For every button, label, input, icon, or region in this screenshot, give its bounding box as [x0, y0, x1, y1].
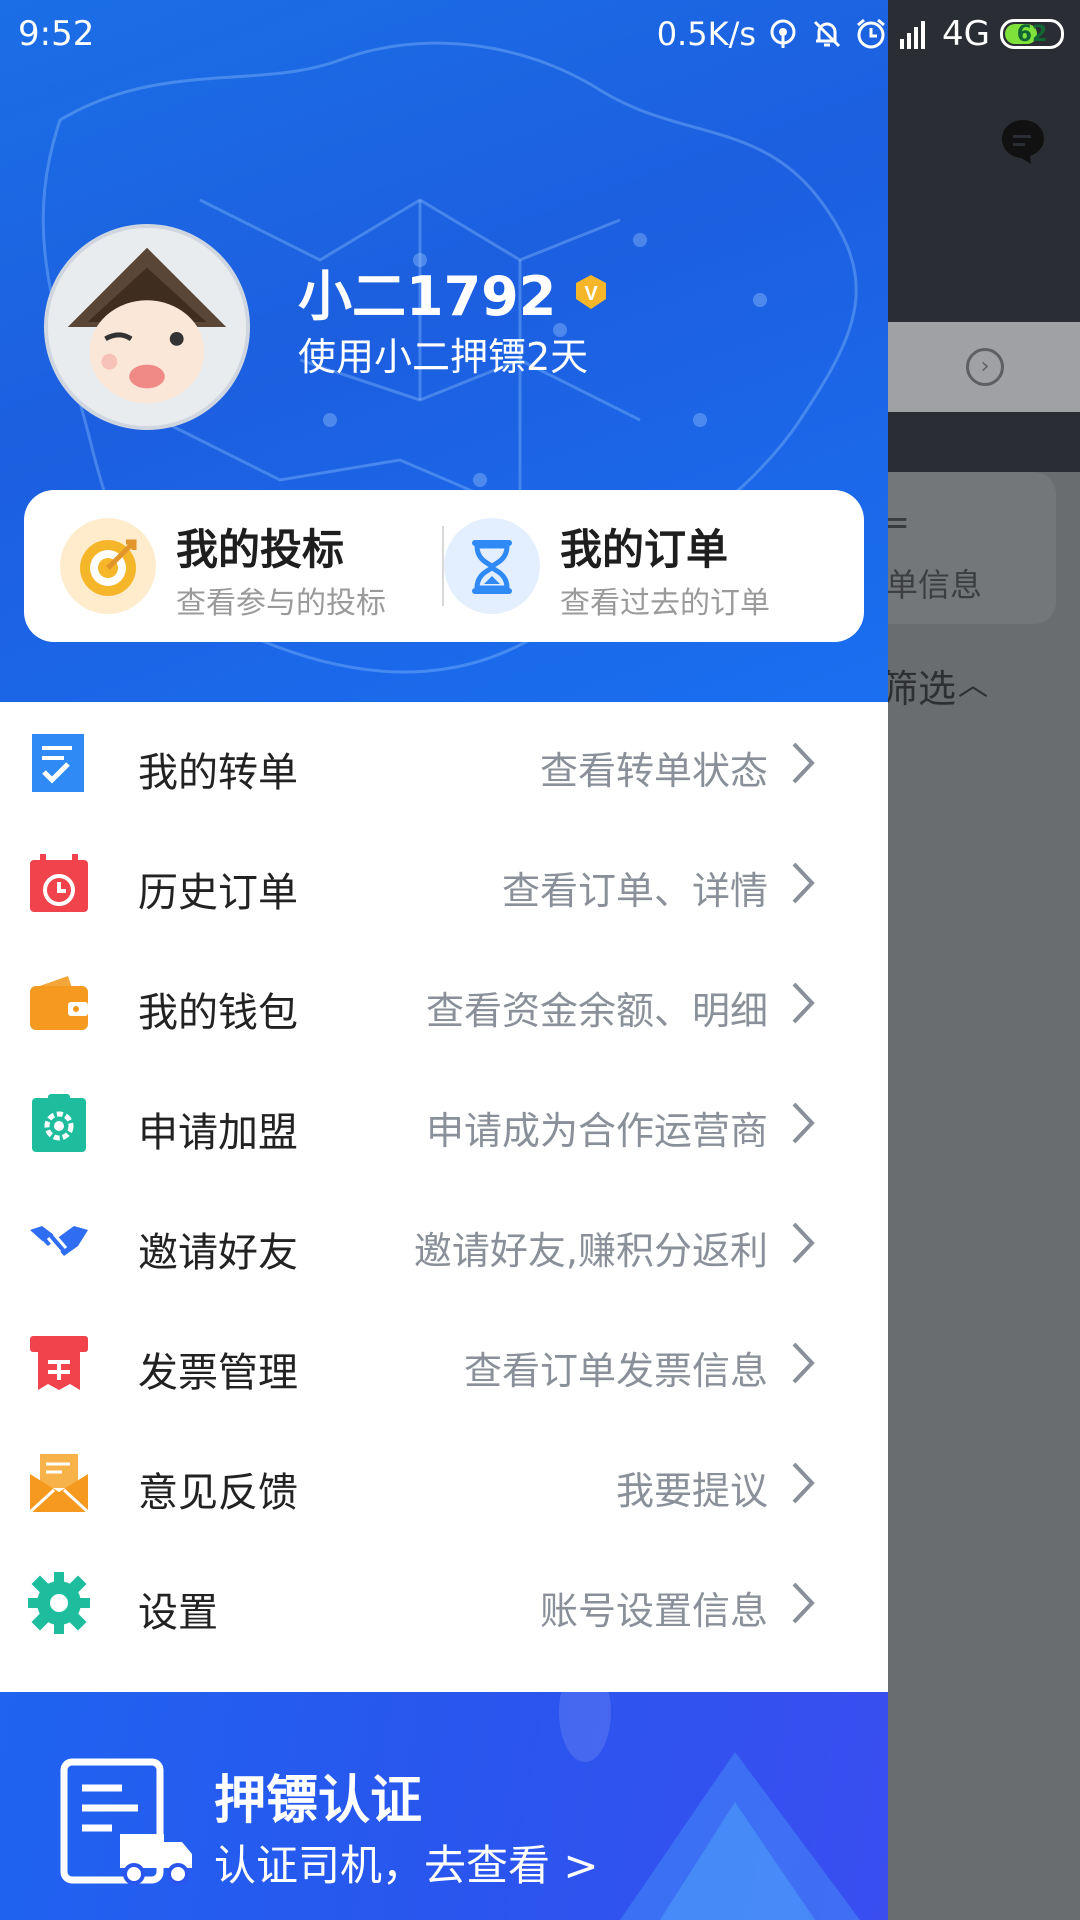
menu-description: 我要提议: [615, 1469, 768, 1513]
vip-badge-icon: V: [576, 274, 607, 309]
background-card-text: 单信息: [886, 566, 983, 604]
my-bids-title: 我的投标: [176, 525, 345, 574]
menu-label: 设置: [138, 1590, 218, 1636]
menu-description: 查看订单发票信息: [463, 1349, 768, 1393]
certification-banner[interactable]: 押镖认证 认证司机，去查看 >: [0, 1692, 888, 1920]
chevron-right-icon: [792, 1102, 815, 1144]
menu-item-transfer[interactable]: 我的转单 查看转单状态: [0, 702, 888, 822]
side-drawer: 小二1792 V 使用小二押镖2天 我的投标 查看参与的投标 我的订单 查看过去…: [0, 0, 888, 1920]
cartoon-avatar-icon: [48, 228, 246, 426]
menu-item-settings[interactable]: 设置 账号设置信息: [0, 1542, 888, 1662]
my-orders-link[interactable]: 我的订单 查看过去的订单: [444, 490, 854, 642]
menu-description: 账号设置信息: [539, 1589, 768, 1633]
network-speed: 0.5K/s: [656, 15, 757, 53]
target-icon: [60, 518, 156, 614]
status-time: 9:52: [18, 14, 95, 54]
username-row: 小二1792 V: [298, 252, 610, 331]
menu-item-wallet[interactable]: 我的钱包 查看资金余额、明细: [0, 942, 888, 1062]
background-filter-label: 筛选: [880, 667, 957, 711]
menu-label: 历史订单: [138, 870, 298, 916]
menu-item-invite[interactable]: 邀请好友 邀请好友,赚积分返利: [0, 1182, 888, 1302]
chevron-right-icon: [792, 1222, 815, 1264]
chevron-right-icon: [792, 1462, 815, 1504]
settings-gear-icon: [28, 1572, 90, 1634]
menu-description: 邀请好友,赚积分返利: [413, 1229, 768, 1273]
alarm-icon: [857, 18, 885, 49]
chevron-right-icon: [792, 982, 815, 1024]
user-avatar[interactable]: [44, 224, 250, 430]
menu-label: 意见反馈: [138, 1470, 298, 1516]
banner-title: 押镖认证: [214, 1771, 423, 1831]
signal-icon: [900, 21, 926, 49]
calendar-clock-icon: [30, 854, 88, 912]
document-truck-icon: [60, 1758, 192, 1885]
handshake-icon: [30, 1226, 88, 1257]
status-bar: 9:52 0.5K/s 4G 62: [0, 0, 1080, 72]
username: 小二1792: [298, 265, 557, 328]
chevron-right-icon: [792, 862, 815, 904]
battery-icon: 62: [1000, 19, 1064, 49]
chevron-up-icon: ︿: [958, 668, 988, 703]
banner-subtitle: 认证司机，去查看 >: [214, 1841, 599, 1890]
drawer-header: 小二1792 V 使用小二押镖2天 我的投标 查看参与的投标 我的订单 查看过去…: [0, 0, 888, 702]
hotspot-icon: [770, 19, 796, 48]
wallet-icon: [30, 976, 88, 1030]
menu-label: 邀请好友: [138, 1230, 298, 1276]
menu-description: 查看订单、详情: [501, 869, 768, 913]
my-bids-subtitle: 查看参与的投标: [176, 586, 386, 621]
chat-bubble-icon[interactable]: [998, 116, 1048, 166]
my-bids-link[interactable]: 我的投标 查看参与的投标: [24, 490, 434, 642]
menu-item-invoice[interactable]: 发票管理 查看订单发票信息: [0, 1302, 888, 1422]
menu-description: 申请成为合作运营商: [425, 1109, 768, 1153]
status-icons: 0.5K/s 4G 62: [657, 14, 1064, 54]
arrow-right-circle-icon: ›: [966, 348, 1004, 386]
menu-label: 申请加盟: [138, 1110, 298, 1156]
mute-bell-icon: [813, 20, 841, 48]
menu-description: 查看转单状态: [539, 749, 768, 793]
usage-days: 使用小二押镖2天: [298, 335, 589, 379]
chevron-right-icon: [792, 1342, 815, 1384]
chevron-right-icon: [792, 1582, 815, 1624]
join-gear-icon: [32, 1094, 86, 1152]
transfer-checklist-icon: [32, 734, 84, 792]
menu-description: 查看资金余额、明细: [425, 989, 768, 1033]
network-type: 4G: [942, 14, 990, 54]
my-orders-subtitle: 查看过去的订单: [560, 586, 770, 621]
menu-label: 发票管理: [138, 1350, 298, 1396]
menu-label: 我的钱包: [138, 990, 298, 1036]
chevron-right-icon: [792, 742, 815, 784]
menu-label: 我的转单: [138, 750, 298, 796]
hourglass-icon: [444, 518, 540, 614]
envelope-icon: [28, 1454, 90, 1514]
menu-item-history-orders[interactable]: 历史订单 查看订单、详情: [0, 822, 888, 942]
invoice-icon: [30, 1336, 88, 1390]
menu-item-feedback[interactable]: 意见反馈 我要提议: [0, 1422, 888, 1542]
menu-item-join[interactable]: 申请加盟 申请成为合作运营商: [0, 1062, 888, 1182]
background-strip: [880, 412, 1080, 472]
quick-links-card: 我的投标 查看参与的投标 我的订单 查看过去的订单: [24, 490, 864, 642]
my-orders-title: 我的订单: [560, 525, 729, 574]
battery-level: 62: [1016, 21, 1048, 47]
svg-text:V: V: [585, 283, 599, 305]
